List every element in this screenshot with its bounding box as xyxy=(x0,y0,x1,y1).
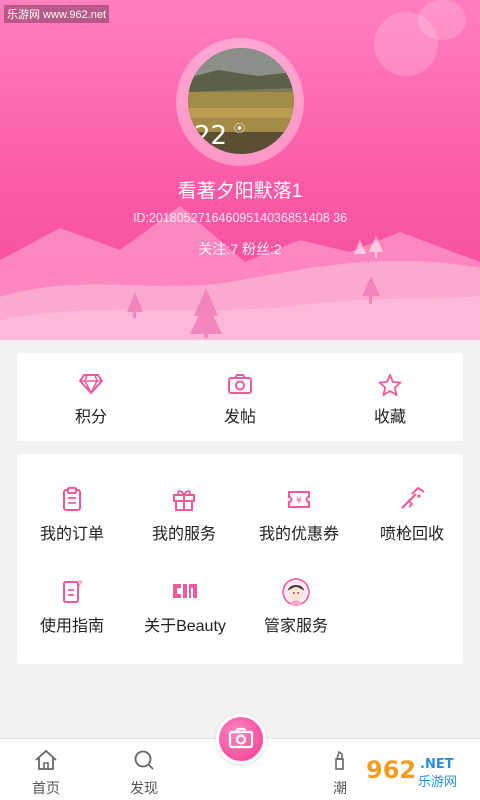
camera-icon xyxy=(228,727,254,749)
follow-stats[interactable]: 关注:7 粉丝:2 xyxy=(0,239,480,259)
lipstick-icon xyxy=(335,750,344,770)
clipboard-icon xyxy=(63,487,81,511)
camera-icon xyxy=(228,374,252,394)
points-button[interactable]: 积分 xyxy=(51,373,131,427)
svg-text:¥: ¥ xyxy=(296,496,302,506)
star-icon xyxy=(378,374,402,396)
avatar-photo: 22 ⦿ xyxy=(188,48,294,154)
guide-icon: ? xyxy=(63,580,83,603)
menu-item-services[interactable]: 我的服务 xyxy=(141,486,227,544)
svg-text:⦿: ⦿ xyxy=(234,122,245,135)
avatar[interactable]: 22 ⦿ xyxy=(188,48,294,154)
menu-item-orders[interactable]: 我的订单 xyxy=(29,486,115,544)
favorites-label: 收藏 xyxy=(373,409,406,426)
user-id: ID:20180527164609514036851408 36 xyxy=(132,211,348,225)
watermark-site: 乐游网 xyxy=(418,775,457,790)
post-button[interactable]: 发帖 xyxy=(200,373,280,427)
diamond-icon xyxy=(79,374,103,395)
post-label: 发帖 xyxy=(223,409,256,426)
brand-logo-icon xyxy=(173,584,197,598)
menu-item-label: 喷枪回收 xyxy=(379,526,444,543)
favorites-button[interactable]: 收藏 xyxy=(350,373,430,427)
gift-icon xyxy=(173,490,195,511)
menu-item-butler-service[interactable]: 管家服务 xyxy=(253,578,339,636)
menu-item-spray-gun-recycle[interactable]: 喷枪回收 xyxy=(369,486,455,544)
menu-item-coupons[interactable]: ¥ 我的优惠券 xyxy=(249,486,349,544)
post-camera-button[interactable] xyxy=(216,714,266,764)
coupon-icon: ¥ xyxy=(288,491,310,508)
menu-item-user-guide[interactable]: ? 使用指南 xyxy=(29,578,115,636)
menu-item-label: 我的服务 xyxy=(151,526,216,543)
tab-label: 发现 xyxy=(130,780,158,796)
menu-item-label: 我的订单 xyxy=(39,526,104,543)
tab-discover[interactable]: 发现 xyxy=(114,749,174,798)
home-icon xyxy=(35,749,57,770)
butler-avatar-icon xyxy=(282,578,310,606)
profile-header: 乐游网 www.962.net 22 ⦿ 看著夕阳默落1 ID:20180527… xyxy=(0,0,480,340)
watermark-badge: 962 xyxy=(366,756,416,784)
services-menu-card: 我的订单 我的服务 ¥ 我的优惠券 喷枪回收 ? 使用指南 关于Beauty 管… xyxy=(17,454,463,664)
svg-text:?: ? xyxy=(78,580,83,590)
watermark-text: 乐游网 www.962.net xyxy=(4,5,110,23)
username: 看著夕阳默落1 xyxy=(177,181,303,202)
watermark-net: .NET xyxy=(420,757,454,772)
menu-item-label: 我的优惠券 xyxy=(258,526,339,543)
menu-item-about-beauty[interactable]: 关于Beauty xyxy=(137,578,233,636)
quick-actions-card: 积分 发帖 收藏 xyxy=(17,353,463,441)
spray-gun-icon xyxy=(401,486,425,509)
tab-label: 首页 xyxy=(32,780,60,796)
menu-item-label: 管家服务 xyxy=(263,618,328,635)
points-label: 积分 xyxy=(74,409,107,426)
tab-home[interactable]: 首页 xyxy=(16,749,76,798)
watermark-logo: 962 .NET 乐游网 xyxy=(352,742,476,798)
menu-item-label: 使用指南 xyxy=(39,618,104,635)
menu-item-label: 关于Beauty xyxy=(144,618,226,635)
search-icon xyxy=(134,750,154,770)
